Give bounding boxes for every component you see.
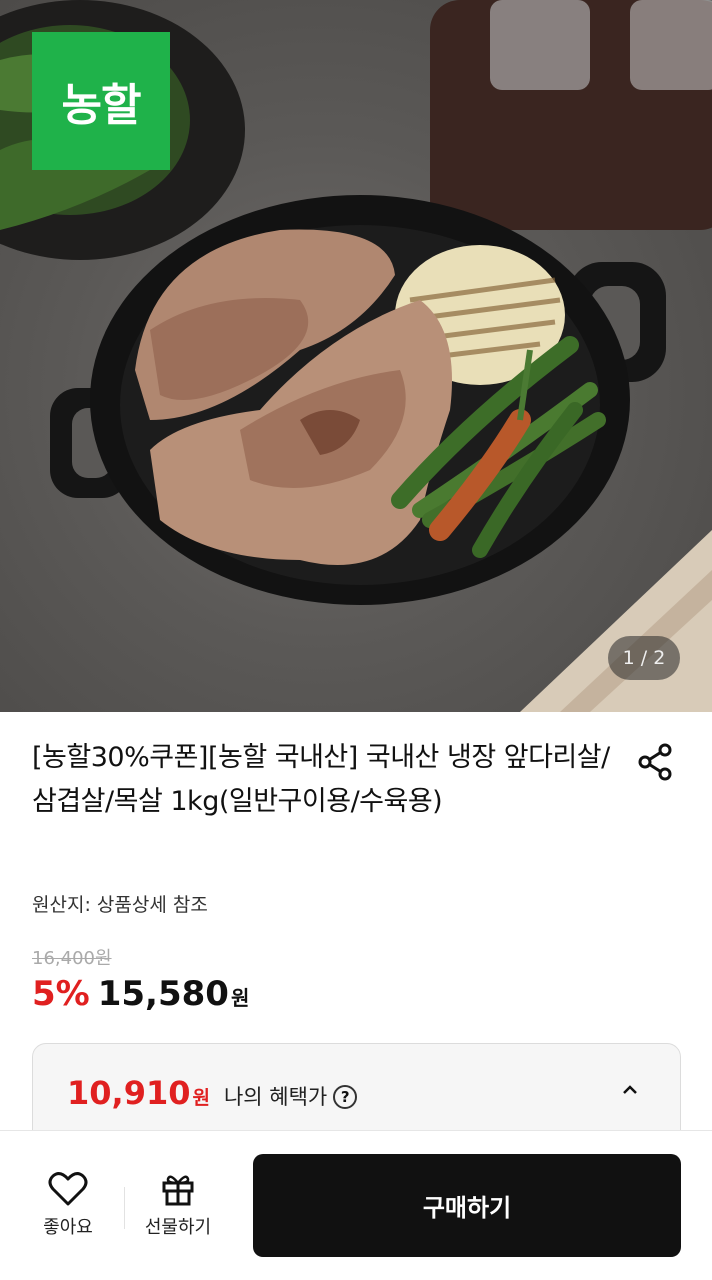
like-label: 좋아요: [43, 1217, 93, 1238]
sale-price-currency: 원: [230, 986, 250, 1010]
share-icon[interactable]: [634, 740, 678, 784]
brand-badge: 농할: [32, 32, 170, 170]
image-page-indicator: 1 / 2: [608, 636, 680, 680]
help-icon[interactable]: ?: [333, 1085, 358, 1109]
buy-button[interactable]: 구매하기: [253, 1154, 681, 1257]
discount-rate: 5%: [32, 974, 90, 1014]
gift-button[interactable]: 선물하기: [130, 1171, 226, 1239]
benefit-price: 10,910: [67, 1074, 191, 1112]
bar-divider: [124, 1187, 125, 1229]
origin-info: 원산지: 상품상세 참조: [32, 894, 208, 916]
product-image[interactable]: 농할 1 / 2: [0, 0, 712, 712]
bottom-action-bar: 좋아요 선물하기 구매하기: [0, 1130, 712, 1280]
benefit-label: 나의 혜택가: [223, 1085, 328, 1109]
sale-price: 15,580: [97, 974, 229, 1014]
like-button[interactable]: 좋아요: [32, 1171, 104, 1239]
original-price: 16,400원: [32, 948, 112, 969]
gift-icon: [162, 1175, 194, 1206]
benefit-currency: 원: [192, 1087, 210, 1109]
heart-icon: [48, 1172, 88, 1206]
chevron-up-icon[interactable]: [620, 1080, 640, 1100]
price-row: 5% 15,580 원: [32, 974, 249, 1014]
product-title: [농할30%쿠폰][농할 국내산] 국내산 냉장 앞다리살/삼겹살/목살 1kg…: [32, 742, 610, 817]
gift-label: 선물하기: [144, 1217, 212, 1238]
